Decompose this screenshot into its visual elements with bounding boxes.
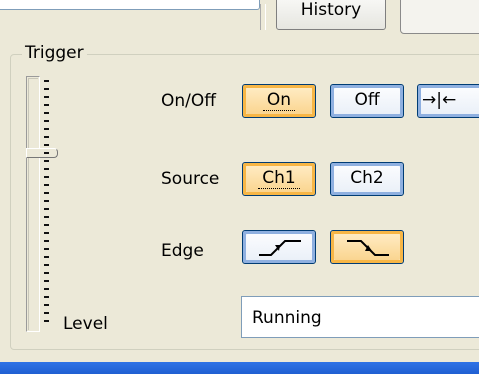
ch1-button-label: Ch1 bbox=[258, 168, 300, 189]
level-slider-track[interactable] bbox=[26, 76, 40, 332]
on-button-label: On bbox=[262, 90, 296, 111]
edge-label: Edge bbox=[161, 241, 204, 261]
level-tick bbox=[44, 232, 49, 234]
level-tick bbox=[44, 208, 49, 210]
level-tick bbox=[44, 176, 49, 178]
level-tick bbox=[44, 264, 49, 266]
level-tick bbox=[44, 248, 49, 250]
level-tick bbox=[44, 280, 49, 282]
level-tick bbox=[44, 256, 49, 258]
top-text-field[interactable] bbox=[0, 0, 260, 10]
ch2-button-label: Ch2 bbox=[350, 168, 384, 188]
level-tick bbox=[44, 104, 49, 106]
level-tick bbox=[44, 128, 49, 130]
trigger-group-title: Trigger bbox=[22, 42, 87, 64]
level-tick bbox=[44, 136, 49, 138]
falling-edge-icon bbox=[347, 240, 389, 256]
level-tick bbox=[44, 152, 49, 154]
trigger-status-field: Running bbox=[241, 296, 479, 338]
on-button[interactable]: On bbox=[242, 84, 316, 118]
onoff-label: On/Off bbox=[161, 91, 216, 111]
ch1-button[interactable]: Ch1 bbox=[242, 162, 316, 196]
level-tick bbox=[44, 88, 49, 90]
level-tick bbox=[44, 168, 49, 170]
level-label: Level bbox=[63, 314, 108, 334]
history-button[interactable]: History bbox=[276, 0, 386, 30]
level-tick bbox=[44, 288, 49, 290]
taskbar-strip bbox=[0, 362, 479, 374]
source-label: Source bbox=[161, 169, 220, 189]
level-tick bbox=[44, 96, 49, 98]
falling-edge-button[interactable] bbox=[330, 230, 404, 264]
arrows-collapse-icon: →|← bbox=[422, 90, 457, 110]
level-tick bbox=[44, 112, 49, 114]
level-tick bbox=[44, 224, 49, 226]
level-tick bbox=[44, 160, 49, 162]
level-tick bbox=[44, 184, 49, 186]
level-tick bbox=[44, 80, 49, 82]
level-tick bbox=[44, 240, 49, 242]
level-tick bbox=[44, 216, 49, 218]
level-tick bbox=[44, 120, 49, 122]
ch2-button[interactable]: Ch2 bbox=[330, 162, 404, 196]
level-tick bbox=[44, 312, 49, 314]
rising-edge-icon bbox=[259, 240, 301, 256]
off-button-label: Off bbox=[354, 90, 380, 110]
level-slider-thumb[interactable] bbox=[26, 148, 58, 158]
level-tick bbox=[44, 200, 49, 202]
level-tick bbox=[44, 192, 49, 194]
level-tick bbox=[44, 272, 49, 274]
collapse-button[interactable]: →|← bbox=[417, 84, 479, 118]
splitter-grip[interactable] bbox=[260, 4, 266, 30]
level-tick bbox=[44, 304, 49, 306]
off-button[interactable]: Off bbox=[330, 84, 404, 118]
top-right-panel bbox=[400, 0, 479, 34]
level-tick bbox=[44, 320, 49, 322]
level-tick bbox=[44, 144, 49, 146]
level-tick bbox=[44, 296, 49, 298]
rising-edge-button[interactable] bbox=[242, 230, 316, 264]
